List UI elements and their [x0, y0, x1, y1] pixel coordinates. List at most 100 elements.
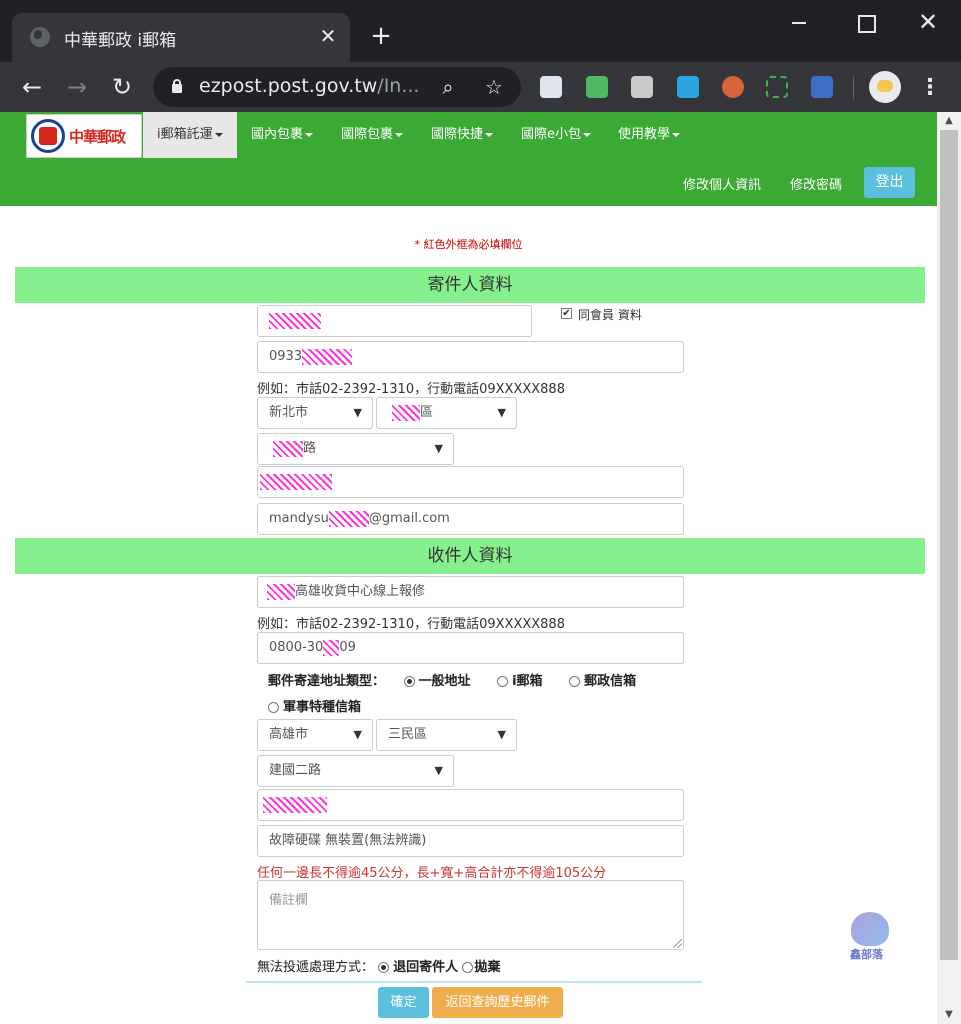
window-minimize-button[interactable] [784, 10, 814, 36]
undeliverable-group: 無法投遞處理方式： 退回寄件人 拋棄 [257, 956, 500, 975]
item-content-field[interactable]: 故障硬碟 無裝置(無法辨識) [257, 825, 684, 857]
window-maximize-button[interactable] [850, 10, 880, 36]
change-password-link[interactable]: 修改密碼 [790, 174, 842, 193]
return-to-sender-option[interactable]: 退回寄件人 [378, 960, 458, 975]
logout-button[interactable]: 登出 [864, 167, 915, 198]
sender-city-select[interactable]: 新北市 [257, 397, 373, 429]
window-close-button[interactable]: ✕ [913, 10, 943, 36]
redaction [302, 348, 353, 365]
tab-close-icon[interactable]: ✕ [316, 24, 340, 48]
address-type-label: 郵件寄達地址類型： [268, 674, 386, 689]
size-limit-note: 任何一邊長不得逾45公分，長+寬+高合計亦不得逾105公分 [257, 866, 607, 881]
address-type-po-box[interactable]: 郵政信箱 [569, 674, 636, 689]
recipient-road-select[interactable]: 建國二路 [257, 755, 454, 787]
scroll-up-arrow-icon[interactable]: ▲ [937, 112, 961, 130]
sender-name-field[interactable] [257, 305, 532, 337]
extension-notes-icon[interactable] [540, 76, 562, 98]
lock-icon [171, 79, 183, 93]
sender-district-select[interactable]: 區 [376, 397, 517, 429]
redaction [263, 796, 327, 813]
extension-mail-icon[interactable] [586, 76, 608, 98]
discard-option[interactable]: 拋棄 [462, 960, 500, 975]
menu-domestic-parcel[interactable]: 國內包裹 [251, 112, 314, 158]
recipient-city-select[interactable]: 高雄市 [257, 719, 373, 751]
redaction [269, 312, 321, 329]
confirm-button[interactable]: 確定 [378, 987, 429, 1018]
address-bar[interactable]: ezpost.post.gov.tw/In... ⌕ ☆ [153, 67, 521, 107]
browser-titlebar: 中華郵政 i郵箱 ✕ + ✕ [0, 0, 961, 62]
redaction [328, 510, 369, 527]
extension-face-icon[interactable] [722, 76, 744, 98]
same-as-member-checkbox[interactable]: ✔ [561, 308, 572, 319]
menu-tutorial[interactable]: 使用教學 [618, 112, 681, 158]
browser-toolbar: ← → ↻ ezpost.post.gov.tw/In... ⌕ ☆ ⋮ [0, 62, 961, 112]
browser-tab[interactable]: 中華郵政 i郵箱 ✕ [12, 13, 350, 62]
browser-menu-icon[interactable]: ⋮ [918, 74, 942, 102]
extension-share-icon[interactable] [677, 76, 699, 98]
required-note: * 紅色外框為必填欄位 [414, 238, 523, 251]
remarks-textarea[interactable]: 備註欄 [257, 880, 684, 950]
new-tab-button[interactable]: + [368, 22, 394, 50]
menu-intl-parcel[interactable]: 國際包裹 [341, 112, 404, 158]
sender-section-header: 寄件人資料 [15, 267, 925, 303]
page-scrollbar[interactable]: ▲ ▼ [937, 112, 961, 1024]
caret-down-icon [485, 132, 494, 137]
recipient-phone-hint: 例如：市話02-2392-1310，行動電話09XXXXX888 [257, 617, 565, 632]
recipient-address-field[interactable] [257, 789, 684, 821]
url-text: ezpost.post.gov.tw/In... [199, 75, 420, 97]
edit-profile-link[interactable]: 修改個人資訊 [683, 174, 761, 193]
chunghwa-post-logo[interactable]: 中華郵政 [26, 114, 142, 158]
logo-text: 中華郵政 [69, 128, 126, 146]
redaction [267, 583, 295, 600]
same-as-member-label: 同會員 資料 [578, 308, 642, 322]
address-type-group: 郵件寄達地址類型： 一般地址 i郵箱 郵政信箱 [268, 670, 636, 689]
scroll-down-arrow-icon[interactable]: ▼ [937, 1006, 961, 1024]
redaction [392, 404, 420, 421]
radio-icon [497, 676, 509, 687]
extension-search-icon[interactable] [811, 76, 833, 98]
forward-arrow-icon[interactable]: → [62, 72, 92, 102]
address-type-general[interactable]: 一般地址 [403, 674, 471, 689]
sender-road-select[interactable]: 路 [257, 433, 454, 465]
caret-down-icon [214, 132, 223, 137]
bookmark-star-icon[interactable]: ☆ [481, 73, 507, 101]
paper-plane-icon [851, 912, 889, 946]
redaction [273, 440, 303, 457]
reload-icon[interactable]: ↻ [107, 72, 137, 102]
menu-intl-express[interactable]: 國際快捷 [431, 112, 494, 158]
resize-handle-icon[interactable] [673, 939, 682, 948]
back-to-history-button[interactable]: 返回查詢歷史郵件 [432, 987, 563, 1018]
menu-intl-epacket[interactable]: 國際e小包 [521, 112, 591, 158]
menu-ibox[interactable]: i郵箱託運 [143, 112, 237, 158]
zoom-icon[interactable]: ⌕ [435, 73, 461, 101]
recipient-district-select[interactable]: 三民區 [376, 719, 517, 751]
undeliverable-label: 無法投遞處理方式： [257, 960, 375, 975]
caret-down-icon [583, 132, 591, 137]
recipient-section-header: 收件人資料 [15, 538, 925, 574]
site-navbar: 中華郵政 i郵箱託運 國內包裹 國際包裹 國際快捷 國際e小包 使用教學 修改個… [0, 112, 937, 206]
radio-selected-icon [378, 962, 390, 973]
back-arrow-icon[interactable]: ← [17, 72, 47, 102]
page-viewport: 中華郵政 i郵箱託運 國內包裹 國際包裹 國際快捷 國際e小包 使用教學 修改個… [0, 112, 937, 1024]
globe-icon [30, 27, 50, 47]
caret-down-icon [305, 132, 314, 137]
radio-icon [268, 702, 279, 713]
radio-selected-icon [403, 676, 415, 687]
tab-title: 中華郵政 i郵箱 [64, 31, 177, 51]
recipient-phone-field[interactable]: 0800-30 09 [257, 632, 684, 664]
redaction [260, 473, 332, 490]
extension-briefcase-icon[interactable] [631, 76, 653, 98]
sender-address-field[interactable] [257, 466, 684, 498]
sender-phone-field[interactable]: 0933 [257, 341, 684, 373]
radio-icon [569, 676, 581, 687]
address-type-ibox[interactable]: i郵箱 [497, 674, 543, 689]
address-type-military[interactable]: 軍事特種信箱 [268, 696, 361, 715]
recipient-name-field[interactable]: 高雄收貨中心線上報修 [257, 576, 684, 608]
redaction [323, 639, 340, 656]
extension-screenshot-icon[interactable] [766, 76, 788, 98]
radio-icon [462, 962, 474, 973]
sender-email-field[interactable]: mandysu @gmail.com [257, 503, 684, 535]
scroll-thumb[interactable] [940, 130, 958, 960]
profile-avatar[interactable] [869, 71, 901, 103]
post-emblem-icon [31, 119, 65, 153]
